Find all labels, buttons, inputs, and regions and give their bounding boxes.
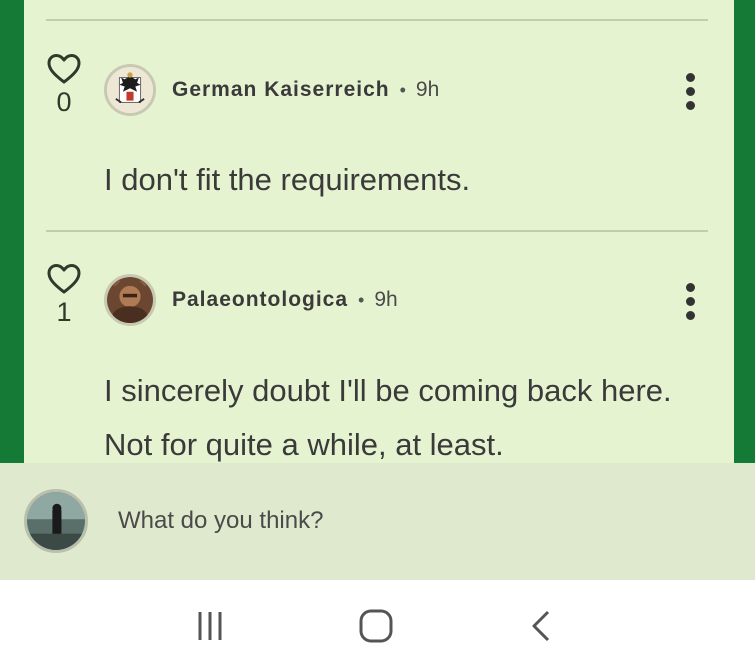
- back-icon: [532, 610, 550, 642]
- like-count: 1: [56, 297, 72, 327]
- meta-separator: •: [399, 79, 406, 100]
- system-nav-bar: [0, 580, 755, 670]
- divider: [46, 19, 708, 21]
- comment-meta: Palaeontologica • 9h: [172, 288, 398, 312]
- divider: [46, 230, 708, 232]
- home-icon: [359, 609, 393, 643]
- author-name[interactable]: Palaeontologica: [172, 288, 348, 312]
- author-name[interactable]: German Kaiserreich: [172, 78, 390, 102]
- like-control[interactable]: 0: [44, 53, 84, 117]
- like-count: 0: [56, 87, 72, 117]
- more-vertical-icon: [680, 283, 700, 320]
- current-user-avatar[interactable]: [24, 489, 88, 553]
- comment-meta: German Kaiserreich • 9h: [172, 78, 439, 102]
- avatar[interactable]: [104, 274, 156, 326]
- home-button[interactable]: [356, 608, 396, 644]
- recents-button[interactable]: [190, 608, 230, 644]
- more-vertical-icon: [680, 73, 700, 110]
- timestamp: 9h: [374, 288, 398, 311]
- meta-separator: •: [358, 289, 365, 310]
- heart-icon[interactable]: [47, 53, 81, 85]
- like-control[interactable]: 1: [44, 263, 84, 327]
- comment-text: I don't fit the requirements.: [104, 162, 471, 197]
- more-options-button[interactable]: [680, 73, 700, 113]
- comment-composer: What do you think?: [0, 463, 755, 580]
- comment-input[interactable]: What do you think?: [118, 501, 718, 541]
- more-options-button[interactable]: [680, 283, 700, 323]
- back-button[interactable]: [522, 608, 562, 644]
- timestamp: 9h: [415, 78, 440, 101]
- avatar[interactable]: [104, 64, 156, 116]
- recents-icon: [198, 612, 222, 640]
- comment-text: I sincerely doubt I'll be coming back he…: [104, 373, 672, 462]
- heart-icon[interactable]: [47, 263, 81, 295]
